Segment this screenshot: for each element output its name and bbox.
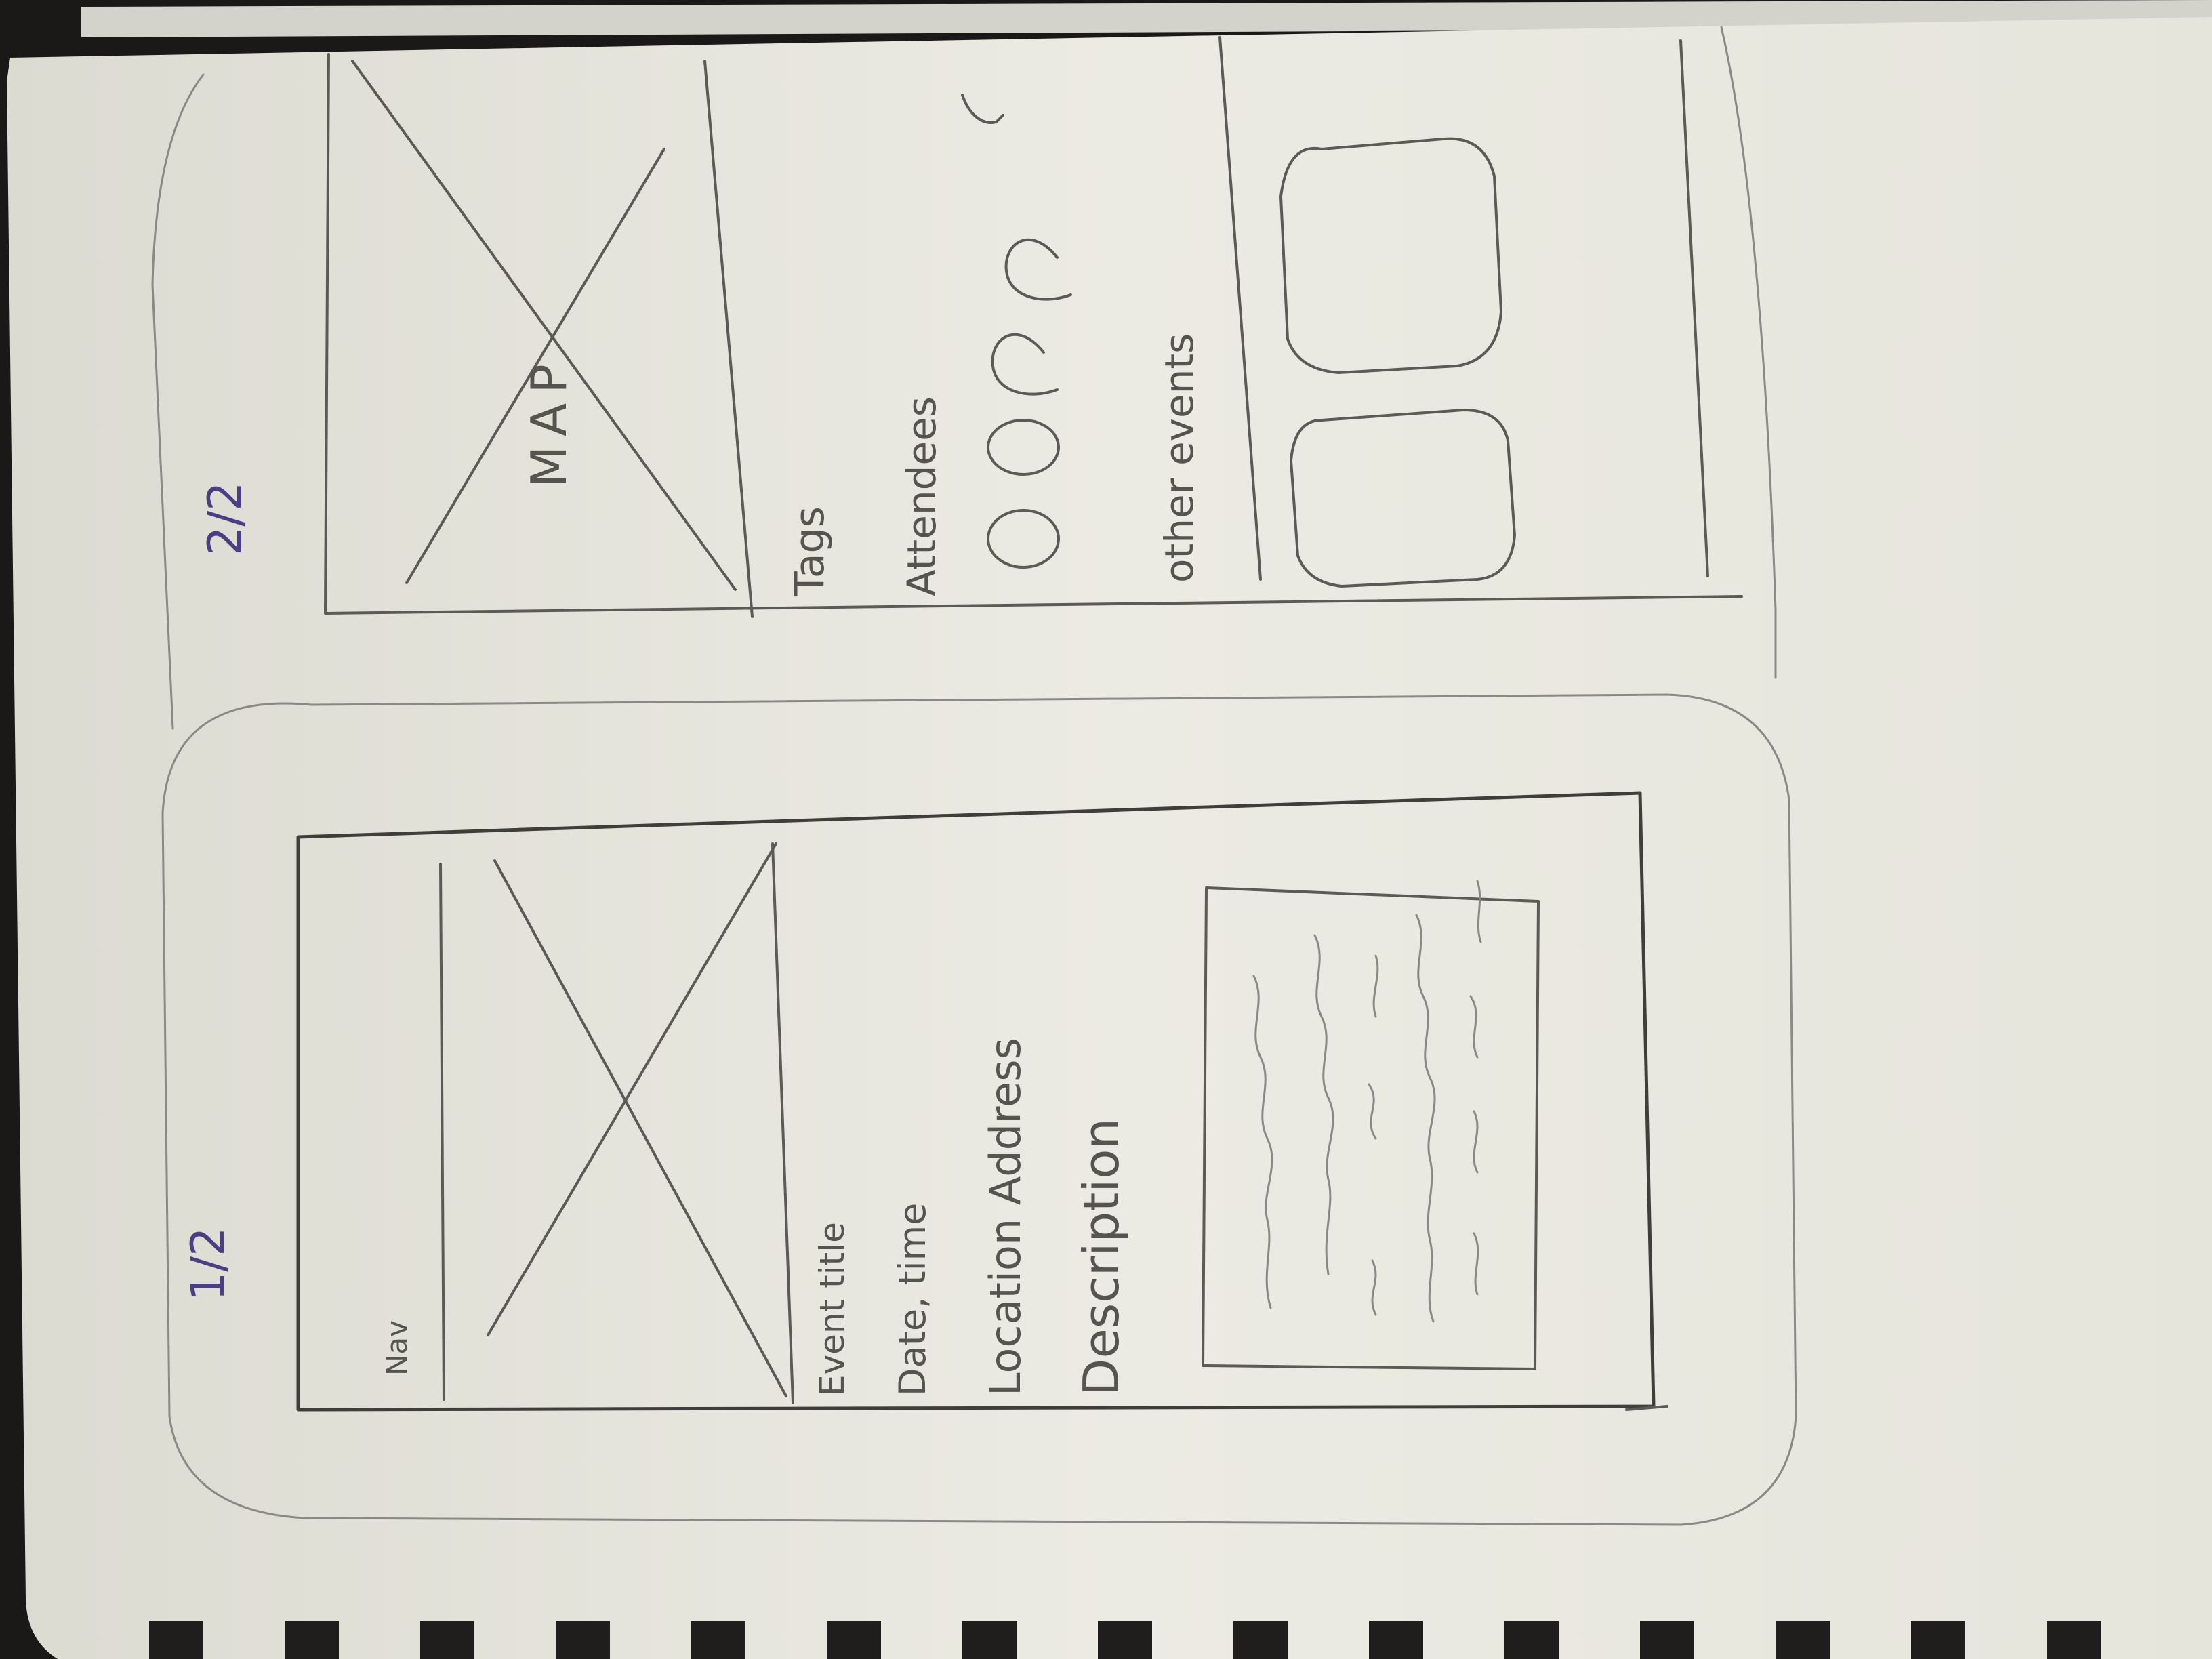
notebook-photo: Nav Event title Date, time Location Addr… [0,0,2212,1659]
spiral-binding [149,1621,2101,1659]
event-title-label: Event title [813,1222,852,1396]
map-label: MAP [520,354,577,488]
page-number-2: 2/2 [199,482,252,556]
notebook-page [7,17,2212,1659]
page-number-1: 1/2 [182,1227,235,1301]
description-label: Description [1073,1118,1130,1396]
date-time-label: Date, time [891,1203,934,1396]
attendees-label: Attendees [899,396,945,596]
location-address-label: Location Address [981,1038,1030,1396]
other-events-label: other events [1156,333,1202,583]
nav-label: Nav [380,1320,413,1376]
tags-label: Tags [786,506,834,597]
